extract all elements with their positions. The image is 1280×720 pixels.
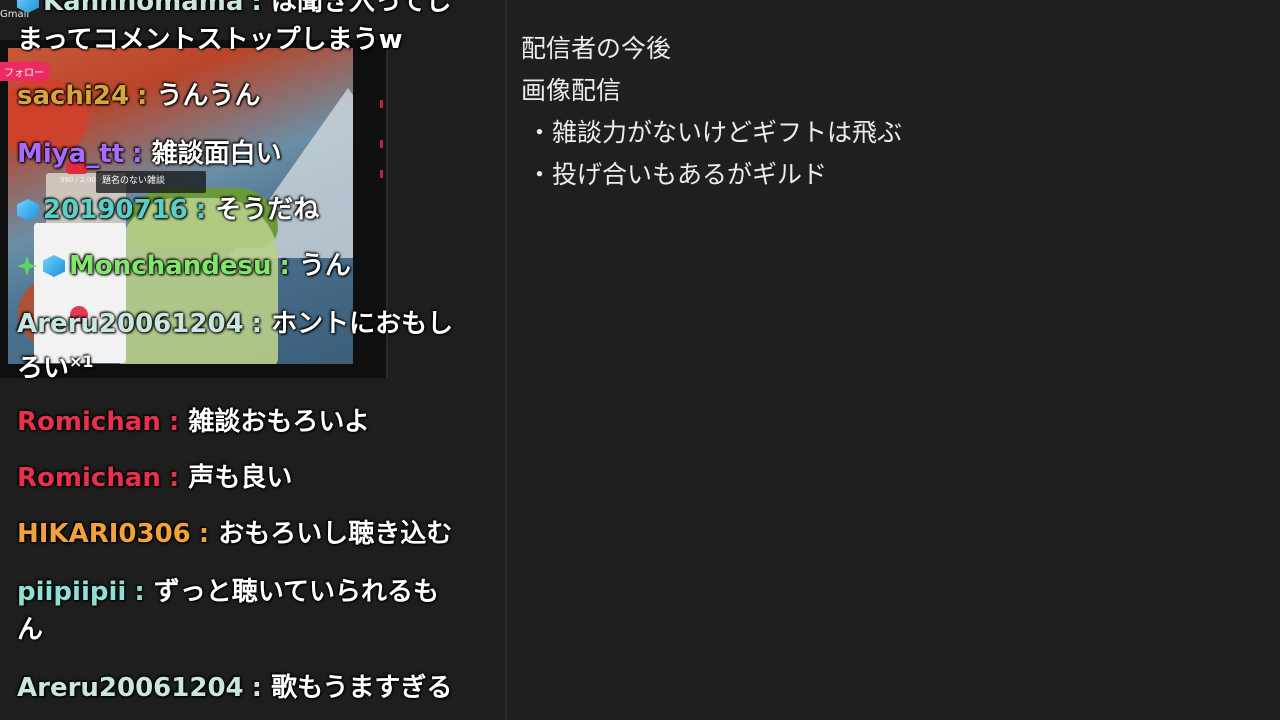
cube-badge-icon	[17, 199, 39, 221]
chat-message-continued: ろい×1	[17, 342, 487, 389]
chat-username[interactable]: Romichan	[17, 407, 161, 437]
notes-subheading: 画像配信	[521, 76, 622, 105]
chat-text: 雑談おもろいよ	[188, 407, 370, 437]
chat-message: Romichan: 雑談おもろいよ	[17, 407, 370, 437]
chat-message: HIKARI0306: おもろいし聴き込む	[17, 519, 453, 549]
chat-message: Romichan: 声も良い	[17, 463, 293, 493]
chat-text: ん	[17, 615, 44, 645]
sparkle-badge-icon	[17, 256, 37, 276]
cube-badge-icon	[17, 0, 39, 13]
chat-message: Monchandesu: うん	[17, 246, 487, 286]
chat-username[interactable]: 20190716	[43, 195, 188, 225]
chat-message: 20190716: そうだね	[17, 190, 487, 230]
chat-message: Kahhhomama: は聞き入ってし	[17, 0, 487, 22]
screen: 990 / 2,000 題名のない雑談 フォロー Gmail Kahhhomam…	[0, 0, 1280, 720]
chat-message-continued: まってコメントストップしまうw	[17, 20, 487, 60]
chat-username[interactable]: Romichan	[17, 463, 161, 493]
combo-count: ×1	[69, 352, 94, 371]
chat-text: うん	[298, 251, 351, 281]
chat-text: ずっと聴いていられるも	[153, 577, 440, 607]
chat-message: Areru20061204: ホントにおもし	[17, 309, 454, 339]
notes-heading: 配信者の今後	[521, 34, 672, 63]
chat-username[interactable]: Miya_tt	[17, 139, 124, 169]
chat-text: そうだね	[215, 195, 320, 225]
chat-username[interactable]: Monchandesu	[69, 251, 271, 281]
chat-username[interactable]: Areru20061204	[17, 673, 244, 703]
goal-count: 990 / 2,000	[60, 176, 101, 184]
chat-message: Areru20061204: 歌もうますぎる	[17, 673, 453, 703]
chat-text: まってコメントストップしまうw	[17, 25, 403, 55]
chat-username[interactable]: Kahhhomama	[43, 0, 243, 17]
chat-text: おもろいし聴き込む	[218, 519, 453, 549]
chat-username[interactable]: sachi24	[17, 81, 129, 111]
notes-panel[interactable]: 配信者の今後 画像配信 ・雑談力がないけどギフトは飛ぶ ・投げ合いもあるがギルド	[521, 28, 902, 196]
chat-text: 歌もうますぎる	[271, 673, 453, 703]
chat-message: piipiipii: ずっと聴いていられるも	[17, 577, 440, 607]
chat-text: 声も良い	[188, 463, 293, 493]
chat-panel: 990 / 2,000 題名のない雑談 フォロー Gmail Kahhhomam…	[0, 0, 505, 720]
chat-text: ろい	[17, 353, 70, 384]
panel-divider[interactable]	[505, 0, 507, 720]
chat-message: Miya_tt: 雑談面白い	[17, 139, 282, 169]
chat-message: sachi24: うんうん	[17, 81, 261, 111]
chat-text: は聞き入ってし	[270, 0, 452, 17]
chat-text: 雑談面白い	[151, 139, 282, 169]
notes-bullet: ・投げ合いもあるがギルド	[527, 160, 828, 189]
chat-username[interactable]: Areru20061204	[17, 309, 244, 339]
chat-username[interactable]: piipiipii	[17, 577, 126, 607]
notes-bullet: ・雑談力がないけどギフトは飛ぶ	[527, 118, 903, 147]
chat-username[interactable]: HIKARI0306	[17, 519, 191, 549]
chat-message-continued: ん	[17, 610, 487, 650]
cube-badge-icon	[43, 255, 65, 277]
chat-text: うんうん	[156, 81, 261, 111]
chat-text: ホントにおもし	[271, 309, 454, 339]
